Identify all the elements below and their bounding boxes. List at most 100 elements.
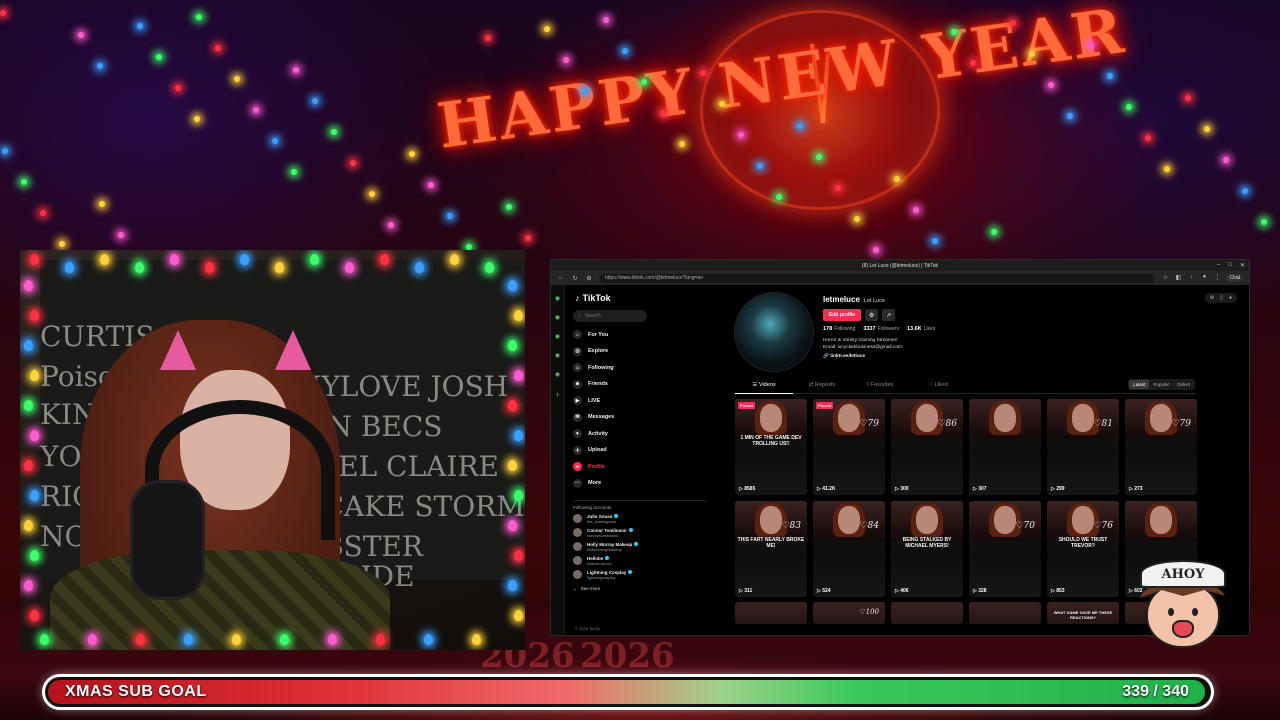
light-bulb xyxy=(835,185,841,191)
mascot-eye xyxy=(1168,608,1174,616)
heart-doodle: ♡81 xyxy=(1093,419,1113,429)
following-stat[interactable]: 178 Following xyxy=(823,326,855,332)
sidebar-item-live[interactable]: ▶ LIVE xyxy=(573,396,707,405)
share-icon: ↗ xyxy=(886,312,892,319)
light-bulb xyxy=(78,32,84,38)
minimize-icon[interactable]: – xyxy=(1217,262,1220,269)
tab-reposts[interactable]: ⇄ Reposts xyxy=(793,381,851,394)
upload-icon: ＋ xyxy=(573,445,582,455)
video-card[interactable]: BEING STALKED BY MICHAEL MYERS! ▷ 406 xyxy=(891,501,963,597)
light-bulb xyxy=(175,85,181,91)
video-card[interactable]: ♡81 ▷ 299 xyxy=(1047,399,1119,495)
sidebar-item-activity[interactable]: ♥ Activity xyxy=(573,429,707,438)
light-bulb xyxy=(24,580,33,591)
side-strip-icon[interactable]: ◉ xyxy=(555,352,560,359)
side-strip-icon[interactable]: ◉ xyxy=(555,295,560,302)
side-strip-icon[interactable]: ◉ xyxy=(555,314,560,321)
tab-favorites[interactable]: ⌑ Favorites xyxy=(851,381,909,394)
sidebar-item-label: Messages xyxy=(588,414,615,420)
sidebar-item-more[interactable]: ⋯ More xyxy=(573,478,707,488)
light-bulb xyxy=(1029,51,1035,57)
sidebar-item-for-you[interactable]: ⌂ For You xyxy=(573,330,707,339)
video-card[interactable]: ♡76 SHOULD WE TRUST TREVOR? ▷ 853 xyxy=(1047,501,1119,597)
account-name: Lightning Cosplay xyxy=(587,569,627,575)
sub-goal-count: 339 / 340 xyxy=(1122,683,1189,700)
account-icon[interactable]: ● xyxy=(1200,274,1208,282)
share-button[interactable]: ↗ xyxy=(882,309,896,321)
following-account[interactable]: Julio Sousa the_swamigarde xyxy=(573,514,707,524)
sidebar-item-following[interactable]: ☺ Following xyxy=(573,363,707,372)
video-card[interactable]: ♡79 ▷ 273 xyxy=(1125,399,1197,495)
download-icon[interactable]: ↓ xyxy=(1187,274,1195,282)
video-card[interactable]: ♡70 ▷ 328 xyxy=(969,501,1041,597)
video-card[interactable]: ♡83 THIS FART NEARLY BROKE ME! ▷ 311 xyxy=(735,501,807,597)
side-strip-icon[interactable]: ◉ xyxy=(555,333,560,340)
tab-label: Favorites xyxy=(870,381,894,388)
edit-profile-button[interactable]: Edit profile xyxy=(823,309,862,321)
menu-icon[interactable]: ⋮ xyxy=(1213,274,1221,282)
following-account[interactable]: Hellobe hellobe.sevon xyxy=(573,556,707,566)
side-strip-icon[interactable]: ◉ xyxy=(555,371,560,378)
sort-popular[interactable]: Popular xyxy=(1149,380,1173,389)
tiktok-logo[interactable]: ♪ TikTok xyxy=(575,293,707,303)
video-card[interactable]: WHAT GAME GAVE ME THESE REACTIONS? xyxy=(1047,602,1119,624)
messages-icon: ✉ xyxy=(573,412,582,422)
pinned-badge: Pinned xyxy=(738,402,756,409)
video-card[interactable]: Pinned 1 MIN OF THE GAME DEV TROLLING US!… xyxy=(735,399,807,495)
video-caption: BEING STALKED BY MICHAEL MYERS! xyxy=(902,537,952,549)
sort-latest[interactable]: Latest xyxy=(1129,380,1150,389)
profile-avatar[interactable] xyxy=(735,293,813,371)
avatar xyxy=(573,542,582,551)
back-icon[interactable]: ← xyxy=(557,275,565,281)
video-card[interactable]: ♡86 ▷ 300 xyxy=(891,399,963,495)
site-info-icon[interactable]: ⚙ xyxy=(585,275,593,282)
reload-icon[interactable]: ↻ xyxy=(571,275,579,282)
light-bulb xyxy=(156,54,162,60)
video-card[interactable]: ▷ 307 xyxy=(969,399,1041,495)
video-card[interactable]: ♡84 ▷ 524 xyxy=(813,501,885,597)
sidebar-item-profile[interactable]: ● Profile xyxy=(573,462,707,471)
tiktok-logo-text: TikTok xyxy=(582,293,611,303)
light-bulb xyxy=(331,129,337,135)
video-card[interactable] xyxy=(891,602,963,624)
activity-icon: ♥ xyxy=(573,429,582,438)
settings-button[interactable]: ⚙ xyxy=(865,309,879,321)
settings-icon[interactable]: ⚙ xyxy=(1210,295,1214,301)
chat-button[interactable]: Chat xyxy=(1226,274,1243,282)
user-avatar-icon[interactable]: ● xyxy=(1229,295,1232,301)
sidebar-item-explore[interactable]: ◎ Explore xyxy=(573,346,707,356)
light-bulb xyxy=(272,138,278,144)
maximize-icon[interactable]: □ xyxy=(1228,262,1232,269)
side-strip-icon[interactable]: ＋ xyxy=(554,390,560,399)
following-account[interactable]: Connor Tomlinson connortomlinsonx xyxy=(573,528,707,538)
sort-oldest[interactable]: Oldest xyxy=(1173,380,1194,389)
search-input[interactable]: ⌕ Search xyxy=(573,310,647,322)
tiktok-sidebar: ♪ TikTok ⌕ Search ⌂ For You ◎ Explore ☺ Follo… xyxy=(565,285,715,635)
sidebar-item-friends[interactable]: ☻ Friends xyxy=(573,379,707,389)
followers-stat[interactable]: 3337 Followers xyxy=(863,326,899,332)
sidebar-item-upload[interactable]: ＋ Upload xyxy=(573,445,707,455)
light-bulb xyxy=(312,98,318,104)
address-bar[interactable]: https://www.tiktok.com/@letmeluce?lang=e… xyxy=(599,273,1156,283)
close-icon[interactable]: ✕ xyxy=(1240,262,1245,269)
view-count: ▷ 406 xyxy=(895,588,909,594)
sidebar-item-messages[interactable]: ✉ Messages xyxy=(573,412,707,422)
video-thumbnail xyxy=(891,602,963,624)
heart-doodle: ♡79 xyxy=(1171,419,1191,429)
tab-videos[interactable]: ☰ Videos xyxy=(735,381,793,394)
star-icon[interactable]: ☆ xyxy=(1161,274,1169,282)
extensions-icon[interactable]: ◧ xyxy=(1174,274,1182,282)
video-card[interactable] xyxy=(735,602,807,624)
video-card[interactable]: Pinned ♡79 ▷ 41.2K xyxy=(813,399,885,495)
device-icon[interactable]: ▯ xyxy=(1220,295,1223,301)
ahoy-mascot: AHOY xyxy=(1132,560,1232,668)
light-bulb xyxy=(428,182,434,188)
see-more-link[interactable]: ⌄ See more xyxy=(573,586,707,592)
video-card[interactable]: ♡100 xyxy=(813,602,885,624)
tab-liked[interactable]: ♡ Liked xyxy=(909,381,967,394)
following-account[interactable]: Lightning Cosplay lightningcosplay xyxy=(573,570,707,580)
video-card[interactable] xyxy=(969,602,1041,624)
profile-link[interactable]: 🔗 linktr.ee/letluce xyxy=(823,354,935,359)
following-account[interactable]: Holly Murray Makeup hollymurraymakeup xyxy=(573,542,707,552)
view-count: ▷ 328 xyxy=(973,588,987,594)
